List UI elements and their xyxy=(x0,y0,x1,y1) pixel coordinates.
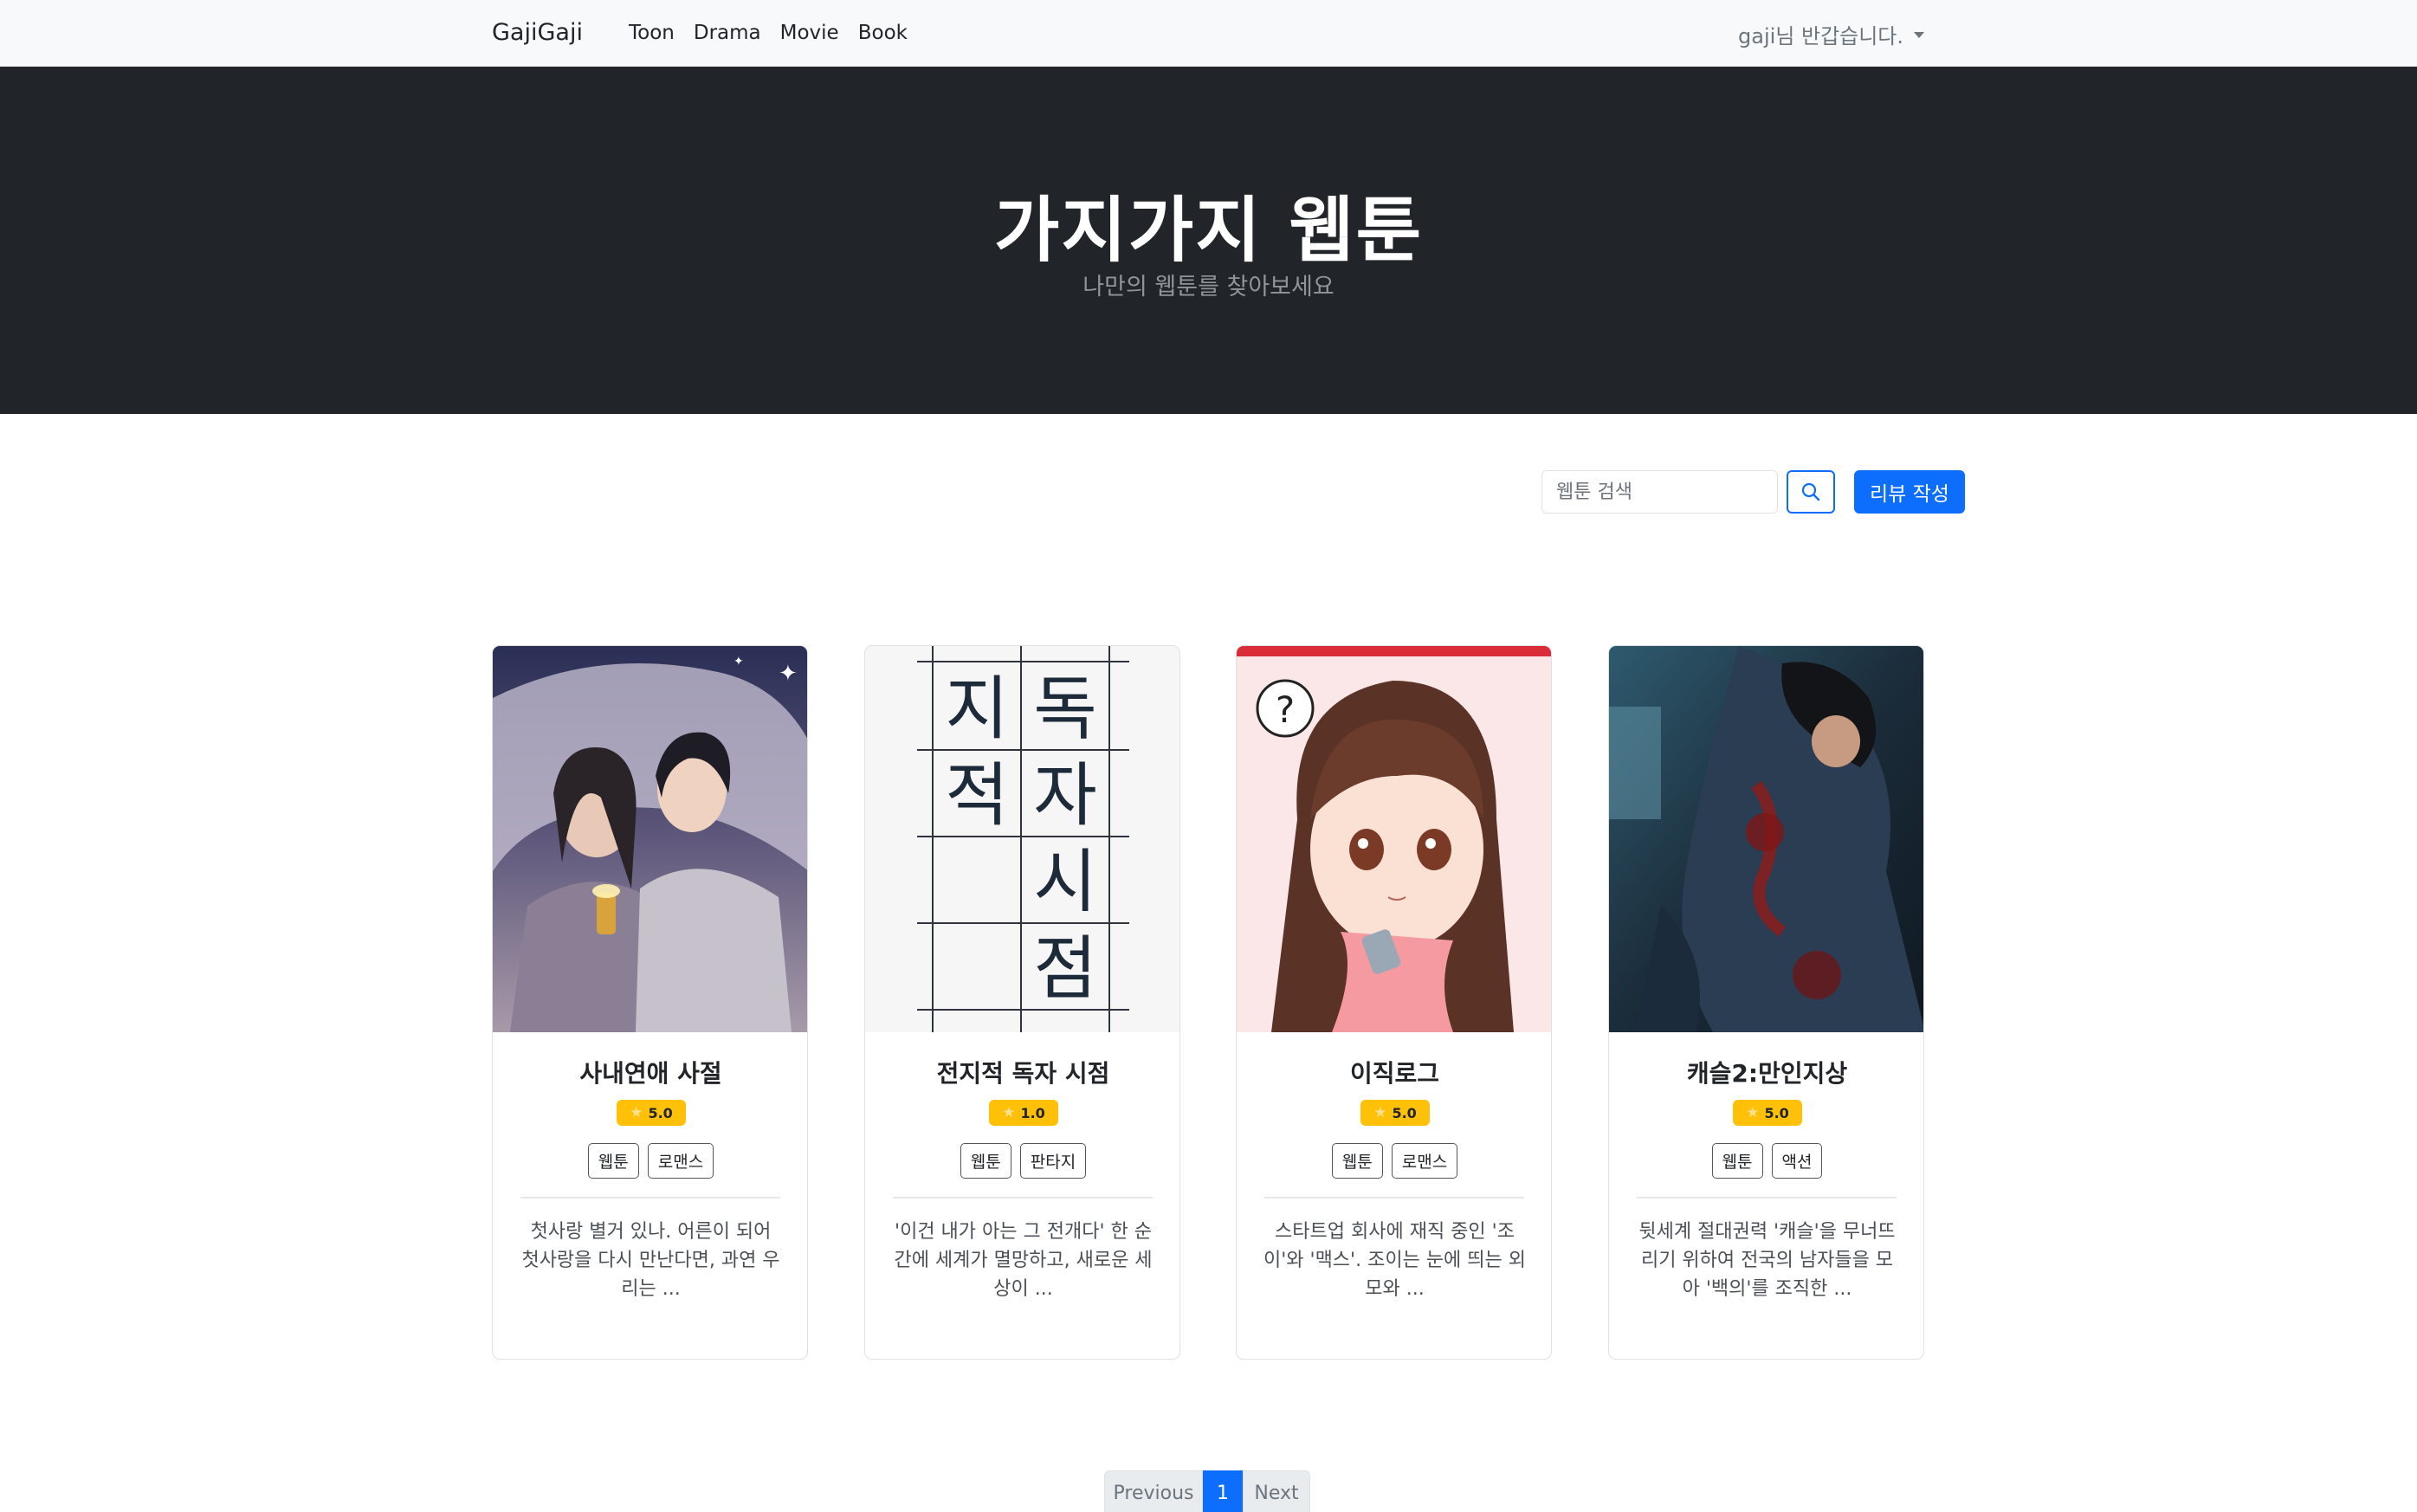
rating-badge: ★ 5.0 xyxy=(617,1100,686,1126)
write-review-button[interactable]: 리뷰 작성 xyxy=(1854,470,1965,514)
pagination-next[interactable]: Next xyxy=(1243,1470,1310,1512)
genre-tags: 웹툰 액션 xyxy=(1609,1143,1923,1179)
hero-subtitle: 나만의 웹툰를 찾아보세요 xyxy=(1082,274,1335,300)
webtoon-title: 사내연애 사절 xyxy=(579,1059,722,1088)
tag-type[interactable]: 웹툰 xyxy=(960,1143,1011,1179)
rating-badge: ★ 1.0 xyxy=(989,1100,1058,1126)
star-icon: ★ xyxy=(1002,1104,1016,1121)
webtoon-cover-image[interactable]: ? xyxy=(1237,646,1551,1032)
pagination-page-1[interactable]: 1 xyxy=(1203,1470,1243,1512)
cover-character: 자 xyxy=(1033,755,1097,836)
genre-tags: 웹툰 로맨스 xyxy=(493,1143,807,1179)
webtoon-description: 스타트업 회사에 재직 중인 '조이'와 '맥스'. 조이는 눈에 띄는 외모와… xyxy=(1263,1221,1526,1300)
tag-type[interactable]: 웹툰 xyxy=(587,1143,639,1179)
tag-genre[interactable]: 로맨스 xyxy=(1391,1143,1458,1179)
webtoon-title: 이직로그 xyxy=(1349,1059,1440,1088)
nav-links: Toon Drama Movie Book xyxy=(629,22,908,44)
star-icon: ★ xyxy=(1746,1104,1760,1121)
rating-value: 5.0 xyxy=(648,1104,673,1121)
webtoon-card[interactable]: ✦ ✦ 사내연애 사절 ★ 5.0 웹툰 로맨스 첫사랑 별거 있나. 어른이 … xyxy=(492,645,808,1360)
webtoon-title: 캐슬2:만인지상 xyxy=(1686,1059,1848,1088)
card-divider xyxy=(520,1197,780,1199)
pagination: Previous 1 Next xyxy=(1104,1470,1310,1512)
user-greeting: gaji님 반갑습니다. xyxy=(1738,24,1904,48)
tag-genre[interactable]: 액션 xyxy=(1771,1143,1823,1179)
nav-link-toon[interactable]: Toon xyxy=(629,22,675,44)
webtoon-card[interactable]: 지 독 적 자 시 점 전지적 독자 시점 ★ 1.0 웹툰 판타지 '이건 내… xyxy=(864,645,1180,1360)
cover-character: 지 xyxy=(945,669,1009,749)
cover-character: 적 xyxy=(945,755,1009,836)
search-input[interactable] xyxy=(1541,470,1778,514)
tag-type[interactable]: 웹툰 xyxy=(1331,1143,1383,1179)
webtoon-title: 전지적 독자 시점 xyxy=(936,1059,1110,1088)
pagination-previous[interactable]: Previous xyxy=(1104,1470,1203,1512)
webtoon-card[interactable]: ? 이직로그 ★ 5.0 웹툰 로맨스 스타트업 회사에 재직 중인 '조이'와… xyxy=(1236,645,1552,1360)
webtoon-cover-image[interactable]: ✦ ✦ xyxy=(493,646,807,1032)
rating-value: 5.0 xyxy=(1764,1104,1789,1121)
rating-badge: ★ 5.0 xyxy=(1733,1100,1802,1126)
rating-value: 1.0 xyxy=(1020,1104,1045,1121)
cover-character: 시 xyxy=(1033,842,1097,922)
brand-logo[interactable]: GajiGaji xyxy=(492,19,583,46)
card-divider xyxy=(893,1197,1153,1199)
star-icon: ★ xyxy=(1373,1104,1387,1121)
cover-character: 독 xyxy=(1033,669,1097,749)
svg-text:✦: ✦ xyxy=(779,661,798,687)
webtoon-description: '이건 내가 아는 그 전개다' 한 순간에 세계가 멸망하고, 새로운 세상이… xyxy=(894,1221,1153,1300)
star-icon: ★ xyxy=(630,1104,643,1121)
cover-question-mark: ? xyxy=(1276,688,1295,731)
dropdown-caret-icon xyxy=(1914,32,1925,38)
tag-type[interactable]: 웹툰 xyxy=(1711,1143,1763,1179)
nav-link-book[interactable]: Book xyxy=(858,22,908,44)
nav-link-drama[interactable]: Drama xyxy=(694,22,761,44)
webtoon-description: 첫사랑 별거 있나. 어른이 되어 첫사랑을 다시 만난다면, 과연 우리는 .… xyxy=(521,1221,780,1300)
genre-tags: 웹툰 판타지 xyxy=(865,1143,1179,1179)
navbar: GajiGaji Toon Drama Movie Book gaji님 반갑습… xyxy=(0,0,2417,67)
search-button[interactable] xyxy=(1787,470,1835,514)
tag-genre[interactable]: 판타지 xyxy=(1019,1143,1087,1179)
card-divider xyxy=(1264,1197,1524,1199)
hero-title: 가지가지 웹툰 xyxy=(993,190,1424,272)
user-menu-dropdown[interactable]: gaji님 반갑습니다. xyxy=(1738,19,1925,49)
webtoon-cover-image[interactable] xyxy=(1609,646,1923,1032)
nav-link-movie[interactable]: Movie xyxy=(780,22,839,44)
webtoon-description: 뒷세계 절대권력 '캐슬'을 무너뜨리기 위하여 전국의 남자들을 모아 '백의… xyxy=(1638,1221,1896,1300)
search-icon xyxy=(1801,482,1820,501)
card-divider xyxy=(1637,1197,1897,1199)
hero-banner: 가지가지 웹툰 나만의 웹툰를 찾아보세요 xyxy=(0,67,2417,414)
webtoon-card[interactable]: 캐슬2:만인지상 ★ 5.0 웹툰 액션 뒷세계 절대권력 '캐슬'을 무너뜨리… xyxy=(1608,645,1924,1360)
cover-character: 점 xyxy=(1033,928,1097,1009)
rating-badge: ★ 5.0 xyxy=(1360,1100,1430,1126)
webtoon-cover-image[interactable]: 지 독 적 자 시 점 xyxy=(865,646,1179,1032)
genre-tags: 웹툰 로맨스 xyxy=(1237,1143,1551,1179)
rating-value: 5.0 xyxy=(1392,1104,1417,1121)
tag-genre[interactable]: 로맨스 xyxy=(647,1143,714,1179)
svg-text:✦: ✦ xyxy=(734,655,744,669)
